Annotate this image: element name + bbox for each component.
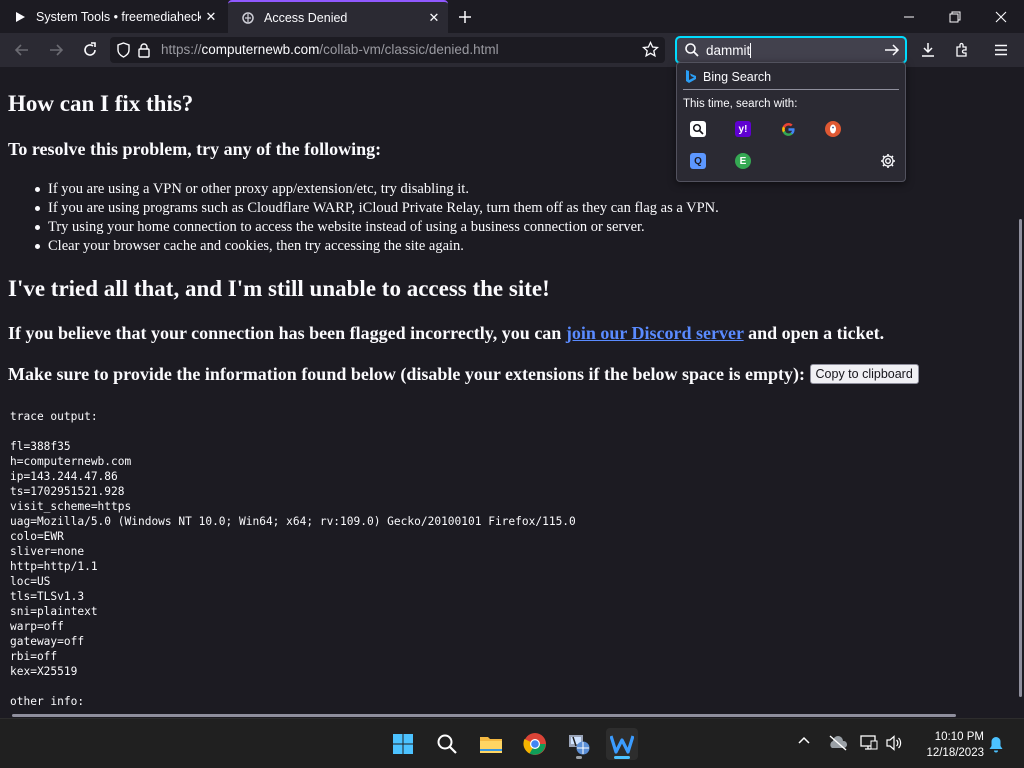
search-suggestions-dropdown: Bing Search This time, search with: y! Q… (676, 62, 906, 182)
volume-icon[interactable] (885, 735, 903, 751)
fix-heading: How can I fix this? (8, 91, 194, 116)
bing-icon (685, 69, 697, 84)
scrollbar-thumb[interactable] (1019, 219, 1022, 697)
suggestion-label: Bing Search (703, 69, 772, 84)
minimize-button[interactable] (886, 0, 932, 33)
divider (683, 89, 899, 90)
tab-access-denied[interactable]: Access Denied ✕ (228, 0, 448, 33)
close-icon[interactable]: ✕ (201, 7, 221, 27)
provide-paragraph: Make sure to provide the information fou… (8, 364, 919, 385)
close-icon[interactable]: ✕ (424, 8, 444, 28)
qwant-icon[interactable]: Q (690, 153, 706, 169)
flagged-paragraph: If you believe that your connection has … (8, 323, 884, 344)
resolve-heading: To resolve this problem, try any of the … (8, 139, 382, 159)
list-item: If you are using a VPN or other proxy ap… (35, 180, 719, 199)
tab-title: Access Denied (264, 10, 348, 25)
tab-title: System Tools • freemediahecky (36, 9, 201, 24)
wingdings-w-icon[interactable] (606, 728, 638, 760)
new-tab-button[interactable] (453, 5, 477, 29)
search-with-label: This time, search with: (683, 98, 798, 110)
ecosia-icon[interactable]: E (735, 153, 751, 169)
restore-button[interactable] (932, 0, 978, 33)
search-icon[interactable] (690, 121, 706, 137)
network-app-icon[interactable] (563, 728, 595, 760)
chevron-up-icon[interactable] (797, 735, 811, 745)
list-item: Try using your home connection to access… (35, 218, 719, 237)
system-clock[interactable]: 10:10 PM 12/18/2023 (912, 729, 984, 761)
network-icon[interactable] (860, 735, 878, 751)
steps-list: If you are using a VPN or other proxy ap… (35, 180, 719, 256)
clock-time: 10:10 PM (934, 731, 984, 743)
close-window-button[interactable] (978, 0, 1024, 33)
taskbar: 10:10 PM 12/18/2023 (0, 718, 1024, 768)
play-icon (12, 9, 28, 25)
tried-heading: I've tried all that, and I'm still unabl… (8, 276, 550, 301)
page-icon (240, 10, 256, 26)
search-icon (684, 42, 700, 63)
back-arrow-icon (14, 44, 28, 56)
go-arrow-icon[interactable] (884, 43, 900, 62)
clock-date: 12/18/2023 (926, 747, 984, 759)
google-icon[interactable] (780, 121, 796, 137)
scrollbar-thumb[interactable] (12, 714, 956, 717)
search-bar[interactable]: dammit (675, 36, 907, 64)
url-bar[interactable]: https://computernewb.com/collab-vm/class… (110, 37, 665, 63)
forward-button[interactable] (43, 37, 69, 63)
forward-arrow-icon (50, 44, 64, 56)
url-scheme: https:// (161, 42, 202, 57)
shield-icon[interactable] (116, 42, 131, 61)
puzzle-icon (956, 42, 967, 57)
extensions-button[interactable] (949, 37, 975, 63)
download-icon (922, 43, 934, 57)
sync-off-icon[interactable] (828, 735, 848, 751)
list-item: If you are using programs such as Cloudf… (35, 200, 719, 216)
duckduckgo-icon[interactable] (825, 121, 841, 137)
minimize-icon (904, 16, 914, 17)
reload-button[interactable] (77, 37, 103, 63)
flagged-suffix: and open a ticket. (743, 323, 885, 343)
close-icon (995, 11, 1007, 22)
downloads-button[interactable] (915, 37, 941, 63)
search-input-value: dammit (706, 43, 751, 58)
chrome-icon[interactable] (519, 728, 551, 760)
list-item: Clear your browser cache and cookies, th… (35, 237, 719, 256)
flagged-prefix: If you believe that your connection has … (8, 323, 566, 343)
tab-system-tools[interactable]: System Tools • freemediahecky ✕ (0, 0, 225, 33)
plus-icon (459, 11, 471, 23)
lock-icon[interactable] (137, 42, 151, 61)
discord-link[interactable]: join our Discord server (566, 323, 744, 343)
copy-to-clipboard-button[interactable]: Copy to clipboard (809, 364, 919, 384)
reload-icon (84, 42, 96, 56)
active-indicator (614, 756, 630, 759)
running-indicator (576, 756, 582, 759)
url-text[interactable]: https://computernewb.com/collab-vm/class… (161, 42, 499, 57)
trace-output: trace output: fl=388f35 h=computernewb.c… (10, 410, 576, 708)
search-input[interactable]: dammit (706, 43, 752, 58)
vertical-scrollbar[interactable] (1016, 67, 1024, 717)
star-icon[interactable] (641, 40, 660, 61)
bing-search-suggestion[interactable]: Bing Search (685, 69, 771, 84)
url-path: /collab-vm/classic/denied.html (319, 42, 499, 57)
tab-bar: System Tools • freemediahecky ✕ Access D… (0, 0, 1024, 33)
gear-icon[interactable] (880, 153, 896, 174)
file-explorer-icon[interactable] (475, 728, 507, 760)
search-icon[interactable] (431, 728, 463, 760)
url-host: computernewb.com (201, 42, 320, 57)
menu-button[interactable] (988, 37, 1014, 63)
windows-start-icon[interactable] (387, 728, 419, 760)
notification-bell-icon[interactable] (988, 736, 1004, 753)
back-button[interactable] (9, 37, 35, 63)
hamburger-menu-icon (995, 44, 1007, 56)
provide-text: Make sure to provide the information fou… (8, 364, 806, 384)
yahoo-icon[interactable]: y! (735, 121, 751, 137)
restore-icon (949, 11, 961, 22)
